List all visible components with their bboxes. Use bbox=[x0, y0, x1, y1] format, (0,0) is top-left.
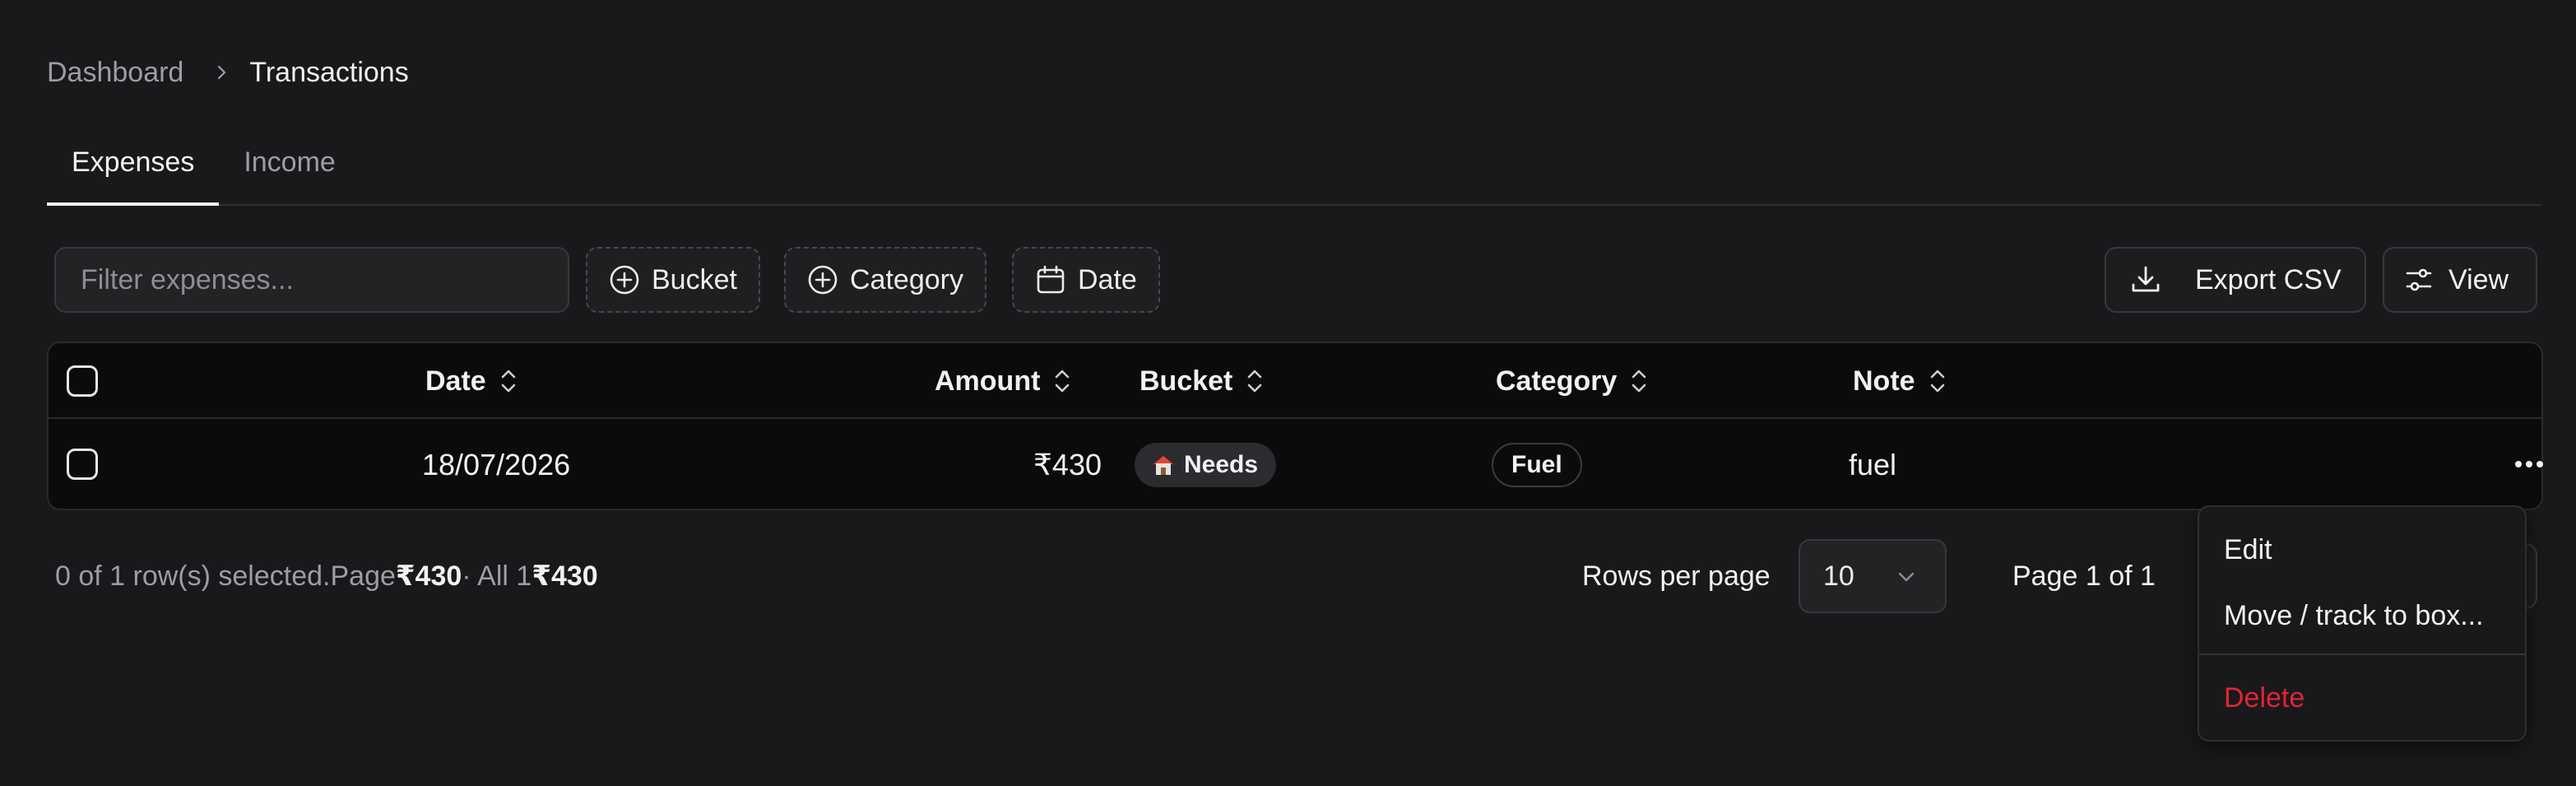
rows-per-page-select[interactable]: 10 bbox=[1799, 539, 1947, 613]
calendar-icon bbox=[1037, 265, 1065, 294]
view-options-label: View bbox=[2448, 263, 2509, 295]
plus-circle-icon bbox=[610, 265, 639, 295]
transactions-page: Dashboard Transactions Expenses Income B… bbox=[0, 0, 2576, 786]
table-header: Date Amount Bucket Category Note bbox=[49, 343, 2541, 419]
breadcrumb-current: Transactions bbox=[249, 56, 409, 88]
column-header-category[interactable]: Category bbox=[1496, 343, 1648, 419]
page-indicator: Page 1 of 1 bbox=[2012, 560, 2156, 592]
cell-date: 18/07/2026 bbox=[422, 447, 571, 481]
bucket-filter-label: Bucket bbox=[652, 263, 737, 295]
sliders-icon bbox=[2406, 268, 2432, 291]
column-header-date-label: Date bbox=[425, 365, 486, 397]
sort-icon bbox=[1632, 370, 1646, 393]
column-header-note[interactable]: Note bbox=[1853, 343, 1947, 419]
column-header-category-label: Category bbox=[1496, 365, 1618, 397]
breadcrumb: Dashboard Transactions bbox=[47, 54, 409, 91]
row-actions-button[interactable] bbox=[2509, 444, 2550, 485]
menu-item-move[interactable]: Move / track to box... bbox=[2199, 586, 2525, 645]
column-header-note-label: Note bbox=[1853, 365, 1915, 397]
cell-category: Fuel bbox=[1492, 419, 1582, 510]
column-header-amount[interactable]: Amount bbox=[935, 343, 1071, 419]
all-total-value: ₹430 bbox=[531, 560, 598, 592]
expenses-table: Date Amount Bucket Category Note 18/07/2… bbox=[47, 342, 2543, 510]
filter-expenses-input[interactable] bbox=[54, 247, 569, 313]
rows-per-page-value: 10 bbox=[1823, 560, 1854, 592]
chevron-down-icon bbox=[1898, 572, 1915, 582]
cell-amount: ₹430 bbox=[1033, 447, 1102, 481]
tab-bar: Expenses Income bbox=[47, 133, 2541, 206]
plus-circle-icon bbox=[808, 265, 838, 295]
column-header-date[interactable]: Date bbox=[425, 343, 518, 419]
bucket-filter-button[interactable]: Bucket bbox=[586, 247, 760, 313]
menu-item-delete[interactable]: Delete bbox=[2199, 668, 2525, 728]
bucket-badge: Needs bbox=[1135, 442, 1277, 487]
sort-icon bbox=[1248, 370, 1262, 393]
select-all-checkbox[interactable] bbox=[67, 365, 98, 397]
tab-expenses[interactable]: Expenses bbox=[47, 133, 220, 206]
row-actions-menu: Edit Move / track to box... Delete bbox=[2198, 505, 2527, 742]
tab-income[interactable]: Income bbox=[219, 133, 360, 206]
table-toolbar: Bucket Category Date Export CSV bbox=[54, 247, 2542, 313]
sort-icon bbox=[501, 370, 516, 393]
export-csv-button[interactable]: Export CSV bbox=[2105, 247, 2366, 313]
column-header-bucket-label: Bucket bbox=[1139, 365, 1233, 397]
rows-per-page-label: Rows per page bbox=[1582, 560, 1771, 592]
cell-note: fuel bbox=[1849, 447, 1897, 481]
more-horizontal-icon bbox=[2515, 461, 2543, 467]
cell-bucket: Needs bbox=[1135, 419, 1277, 510]
table-row[interactable]: 18/07/2026 ₹430 Needs Fuel fuel bbox=[49, 419, 2543, 510]
page-total-label: Page bbox=[330, 560, 396, 592]
sort-icon bbox=[1056, 370, 1070, 393]
page-total-value: ₹430 bbox=[395, 560, 462, 592]
menu-divider bbox=[2199, 653, 2525, 655]
download-icon bbox=[2132, 266, 2160, 292]
date-filter-button[interactable]: Date bbox=[1012, 247, 1160, 313]
menu-item-edit[interactable]: Edit bbox=[2199, 520, 2525, 579]
date-filter-label: Date bbox=[1078, 263, 1137, 295]
column-header-bucket[interactable]: Bucket bbox=[1139, 343, 1264, 419]
category-filter-label: Category bbox=[850, 263, 963, 295]
column-header-amount-label: Amount bbox=[935, 365, 1041, 397]
chevron-right-icon bbox=[218, 65, 226, 80]
selected-count: 0 of 1 row(s) selected. bbox=[55, 560, 331, 592]
export-csv-label: Export CSV bbox=[2195, 263, 2342, 295]
selection-summary: 0 of 1 row(s) selected. Page ₹430 · All … bbox=[55, 558, 598, 594]
view-options-button[interactable]: View bbox=[2383, 247, 2537, 313]
house-icon bbox=[1153, 455, 1173, 475]
row-select-checkbox[interactable] bbox=[67, 449, 98, 480]
category-badge: Fuel bbox=[1492, 442, 1582, 487]
all-total-label: · All 1 bbox=[462, 560, 532, 592]
category-filter-button[interactable]: Category bbox=[784, 247, 986, 313]
sort-icon bbox=[1930, 370, 1944, 393]
breadcrumb-dashboard-link[interactable]: Dashboard bbox=[47, 57, 183, 89]
bucket-badge-label: Needs bbox=[1184, 450, 1259, 478]
